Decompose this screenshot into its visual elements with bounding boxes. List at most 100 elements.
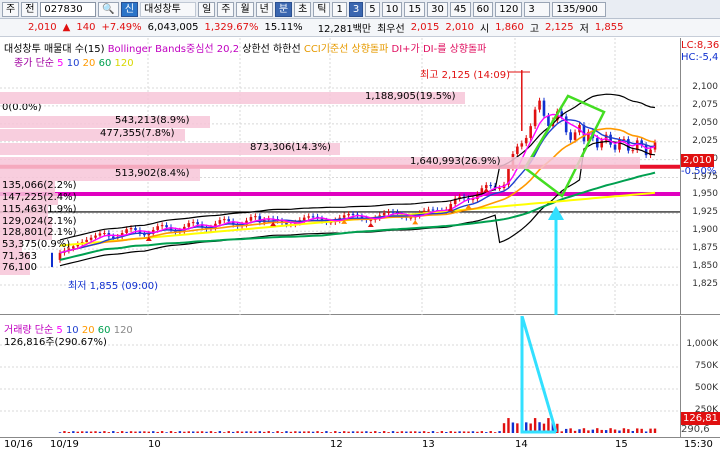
legend-dmi: DI+가 DI-를 상향돌파 (391, 44, 487, 55)
interval-15[interactable]: 15 (404, 1, 426, 17)
volume-bar (183, 431, 186, 433)
new-badge[interactable]: 신 (120, 1, 139, 17)
period-year[interactable]: 년 (255, 1, 273, 17)
count-display[interactable]: 135/900 (552, 1, 607, 17)
volume-bar (622, 428, 626, 433)
interval-45[interactable]: 45 (449, 1, 471, 17)
volume-bar (152, 431, 155, 433)
legend-upper: 상한선 (242, 44, 270, 55)
interval-120[interactable]: 120 (495, 1, 523, 17)
volume-bar (445, 431, 448, 433)
period-second[interactable]: 초 (294, 1, 312, 17)
candle-body (542, 100, 546, 116)
volume-bar (120, 431, 124, 433)
volume-bar (147, 431, 151, 433)
volume-profile-label: 873,306(14.3%) (250, 142, 331, 153)
best-ask-label: 최우선 (377, 24, 405, 35)
candle-body (85, 239, 88, 243)
volume-bar (418, 431, 421, 433)
volume-profile-label: 1,640,993(26.9%) (410, 156, 501, 167)
candle-body (644, 144, 648, 156)
volume-bar (431, 431, 435, 433)
up-arrow-icon: ▲ (62, 22, 71, 33)
current-change-tag: -0.50% (681, 166, 717, 177)
candle-body (573, 132, 577, 140)
volume-bar (649, 428, 652, 433)
volume-bar (329, 432, 333, 433)
volume-profile-bar (0, 157, 640, 169)
volume-bar (236, 431, 239, 433)
candle-body (227, 219, 231, 222)
interval-1[interactable]: 1 (332, 1, 347, 17)
candle-body (431, 209, 435, 211)
volume-bar (192, 431, 195, 433)
interval-60[interactable]: 60 (472, 1, 494, 17)
price-tick-label: 1,850 (692, 261, 718, 272)
chart-type-dropdown[interactable]: 주 (2, 1, 20, 17)
volume-bar (240, 431, 244, 433)
interval-5[interactable]: 5 (365, 1, 380, 17)
candle-body (538, 100, 541, 110)
volume-bar (223, 432, 226, 433)
ma-legend: 종가 단순 5 10 20 60 120 (14, 54, 134, 69)
volume-bar (391, 431, 395, 433)
volume-bar (489, 431, 492, 433)
volume-bar (347, 431, 350, 433)
volume-bar (338, 431, 341, 433)
period-minute[interactable]: 분 (274, 1, 293, 17)
volume-bar (214, 432, 217, 433)
candle-body (285, 222, 288, 225)
volume-bar (289, 431, 293, 433)
volume-bar (98, 431, 102, 433)
signal-arrow (483, 187, 490, 193)
hc-tag: HC:-5,4 (681, 52, 719, 63)
volume-bar (587, 430, 590, 433)
volume-bar (276, 431, 279, 433)
volume-bar (493, 432, 497, 433)
volume-bar (218, 431, 222, 433)
volume-bar (196, 431, 199, 433)
best-bid: 2,010 (445, 22, 474, 33)
candle-body (125, 229, 128, 233)
volume-bar (449, 431, 452, 433)
high-annotation: 최고 2,125 (14:09) (420, 70, 511, 81)
market-dropdown[interactable]: 전 (21, 1, 39, 17)
interval-3[interactable]: 3 (348, 1, 364, 17)
best-ask: 2,015 (410, 22, 440, 33)
interval-combo[interactable]: 3 (524, 1, 551, 17)
volume-bar (600, 429, 603, 433)
volume-bar (209, 431, 213, 433)
volume-profile-label: 76,100 (2, 262, 37, 273)
volume-bar (58, 432, 62, 433)
volume-bar (618, 430, 621, 433)
volume-bar (143, 431, 146, 433)
volume-bar (462, 431, 466, 433)
period-tick[interactable]: 틱 (313, 1, 331, 17)
volume-bar (294, 431, 297, 433)
period-month[interactable]: 월 (236, 1, 254, 17)
price-tick-label: 1,925 (692, 207, 718, 218)
date-label: 15 (615, 439, 628, 450)
cyan-annotation (520, 316, 558, 434)
ma-title: 종가 단순 (14, 58, 54, 69)
volume-bar (360, 431, 364, 433)
volume-profile-label: 135,066(2.2%) (2, 180, 77, 191)
period-day[interactable]: 일 (198, 1, 216, 17)
candle-body (302, 217, 306, 221)
date-label: 10/16 (4, 439, 33, 450)
date-label: 14 (515, 439, 528, 450)
stock-code-input[interactable]: 027830 (40, 1, 97, 17)
volume-bar (422, 431, 426, 433)
interval-30[interactable]: 30 (427, 1, 448, 17)
volume-current: 126,816주(290.67%) (4, 337, 107, 348)
volume-bar (156, 431, 159, 433)
volume-bar (440, 431, 444, 433)
volume-bar (134, 431, 137, 433)
volume-bar (498, 431, 501, 433)
interval-10[interactable]: 10 (381, 1, 403, 17)
volume-bar (640, 428, 643, 433)
volume-bar (471, 431, 475, 433)
search-icon[interactable]: 🔍 (98, 1, 119, 17)
period-week[interactable]: 주 (217, 1, 235, 17)
volume-bar (582, 428, 586, 433)
